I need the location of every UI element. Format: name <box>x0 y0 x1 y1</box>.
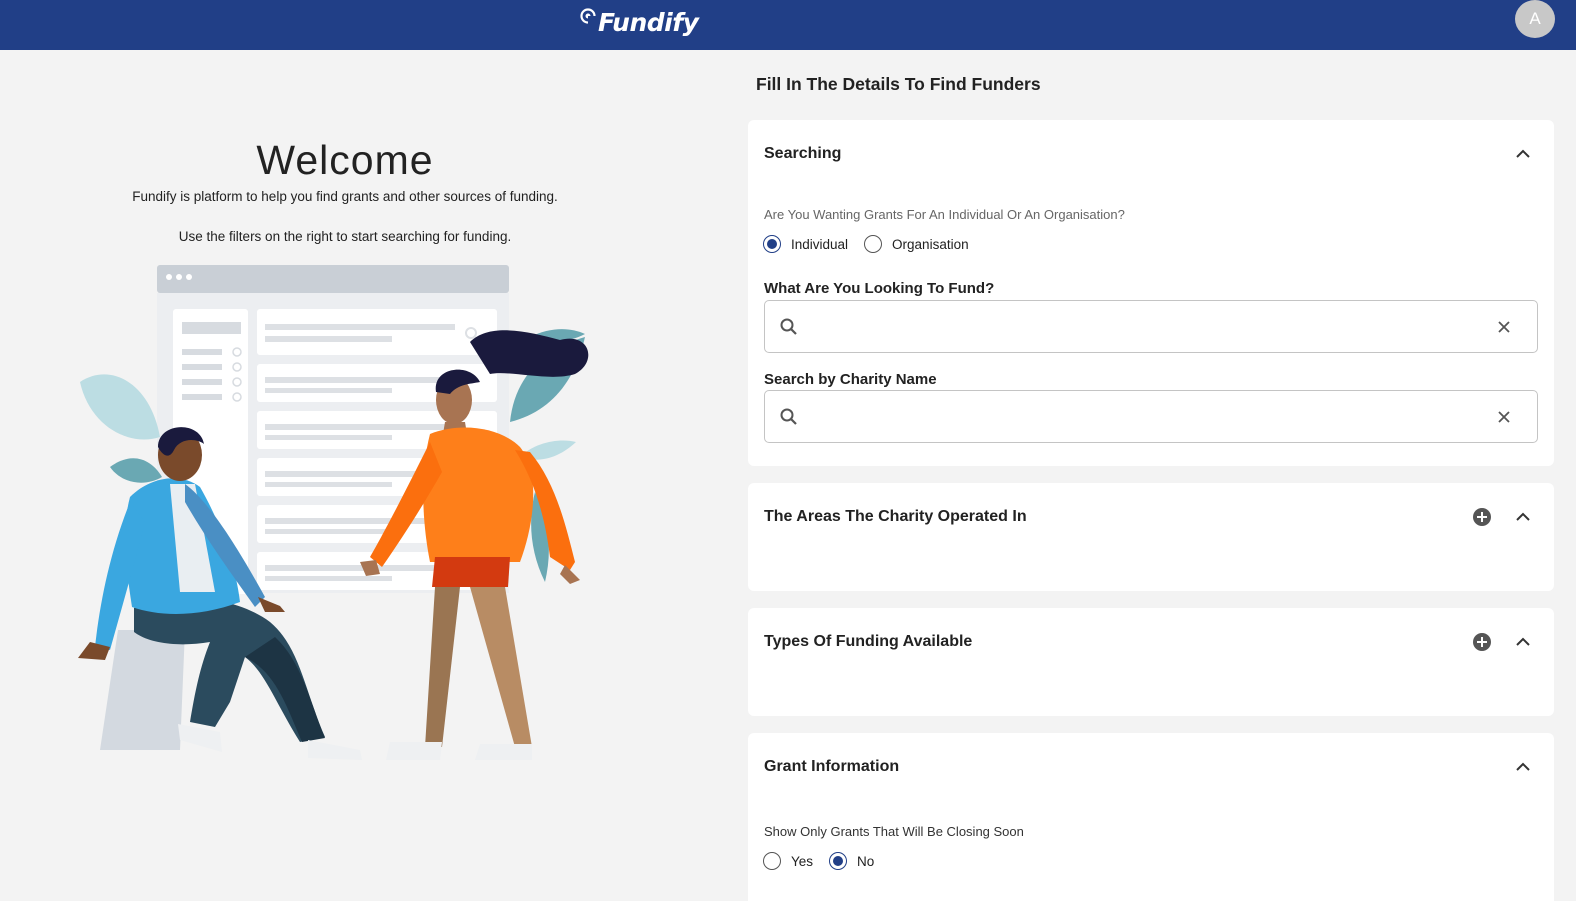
radio-organisation[interactable] <box>864 235 883 253</box>
charity-search-box <box>764 390 1538 443</box>
fund-search-label: What Are You Looking To Fund? <box>764 280 995 297</box>
radio-yes-label[interactable]: Yes <box>791 854 813 869</box>
closing-soon-question: Show Only Grants That Will Be Closing So… <box>764 824 1024 839</box>
grant-information-card: Grant Information Show Only Grants That … <box>748 733 1554 901</box>
radio-yes[interactable] <box>763 852 781 870</box>
charity-search-input[interactable] <box>809 391 1489 442</box>
welcome-title: Welcome <box>256 137 434 183</box>
welcome-illustration <box>78 265 589 760</box>
welcome-description: Fundify is platform to help you find gra… <box>132 189 558 204</box>
chevron-up-icon[interactable] <box>1513 757 1533 777</box>
funding-types-card-title: Types Of Funding Available <box>764 633 973 650</box>
top-bar: Fundify A <box>0 0 1576 50</box>
add-circle-icon[interactable] <box>1472 507 1492 527</box>
chevron-up-icon[interactable] <box>1513 632 1533 652</box>
radio-individual-label[interactable]: Individual <box>791 237 848 252</box>
radio-no[interactable] <box>829 852 848 870</box>
funding-types-card: Types Of Funding Available <box>748 608 1554 716</box>
closing-soon-radio-group: Yes No <box>763 852 890 870</box>
fund-search-box <box>764 300 1538 353</box>
add-circle-icon[interactable] <box>1472 632 1492 652</box>
logo-signal-icon <box>580 8 598 28</box>
search-icon <box>780 408 797 425</box>
recipient-type-question: Are You Wanting Grants For An Individual… <box>764 207 1125 222</box>
welcome-instructions: Use the filters on the right to start se… <box>178 229 512 244</box>
recipient-type-radio-group: Individual Organisation <box>763 235 985 253</box>
charity-search-label: Search by Charity Name <box>764 371 937 388</box>
search-icon <box>780 318 797 335</box>
searching-card: Searching Are You Wanting Grants For An … <box>748 120 1554 466</box>
close-icon[interactable] <box>1495 318 1513 336</box>
chevron-up-icon[interactable] <box>1513 507 1533 527</box>
fund-search-input[interactable] <box>809 301 1489 352</box>
chevron-up-icon[interactable] <box>1513 144 1533 164</box>
radio-organisation-label[interactable]: Organisation <box>892 237 969 252</box>
fundify-logo[interactable]: Fundify <box>580 2 699 42</box>
areas-card: The Areas The Charity Operated In <box>748 483 1554 591</box>
areas-card-title: The Areas The Charity Operated In <box>764 508 1027 525</box>
close-icon[interactable] <box>1495 408 1513 426</box>
radio-no-label[interactable]: No <box>857 854 874 869</box>
searching-card-title: Searching <box>764 145 842 162</box>
grant-information-card-title: Grant Information <box>764 758 900 775</box>
form-title: Fill In The Details To Find Funders <box>756 74 1041 94</box>
logo-text: Fundify <box>598 7 699 37</box>
radio-individual[interactable] <box>763 235 781 253</box>
user-avatar[interactable]: A <box>1515 0 1555 38</box>
